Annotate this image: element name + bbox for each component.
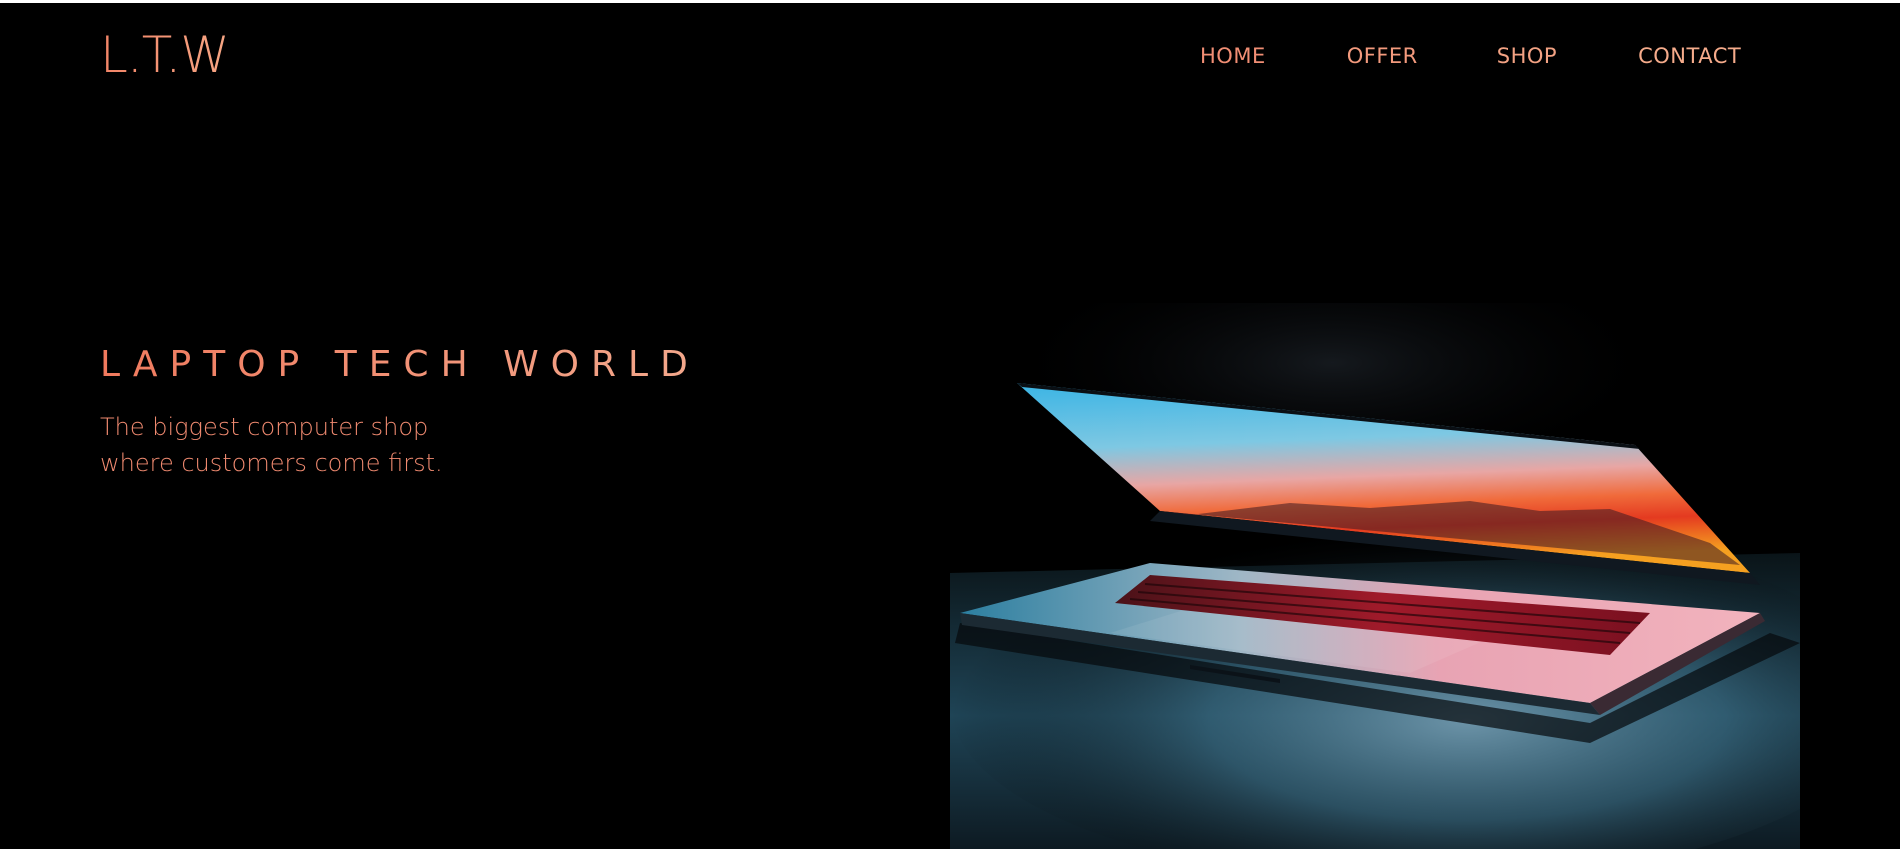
site-logo[interactable]: L.T.W: [100, 25, 230, 85]
laptop-illustration: [950, 303, 1800, 849]
hero-title: LAPTOP TECH WORLD: [100, 344, 700, 385]
nav-item-shop[interactable]: SHOP: [1497, 43, 1557, 69]
main-nav: HOME OFFER SHOP CONTACT: [1200, 43, 1741, 69]
page-container: L.T.W HOME OFFER SHOP CONTACT LAPTOP TEC…: [0, 3, 1900, 849]
nav-item-home[interactable]: HOME: [1200, 43, 1266, 69]
hero-subtitle-line-2: where customers come first.: [100, 449, 443, 477]
hero-subtitle: The biggest computer shop where customer…: [100, 409, 443, 481]
nav-item-contact[interactable]: CONTACT: [1638, 43, 1741, 69]
nav-item-offer[interactable]: OFFER: [1347, 43, 1418, 69]
hero-laptop-image: [950, 303, 1800, 849]
hero-subtitle-line-1: The biggest computer shop: [100, 413, 429, 441]
